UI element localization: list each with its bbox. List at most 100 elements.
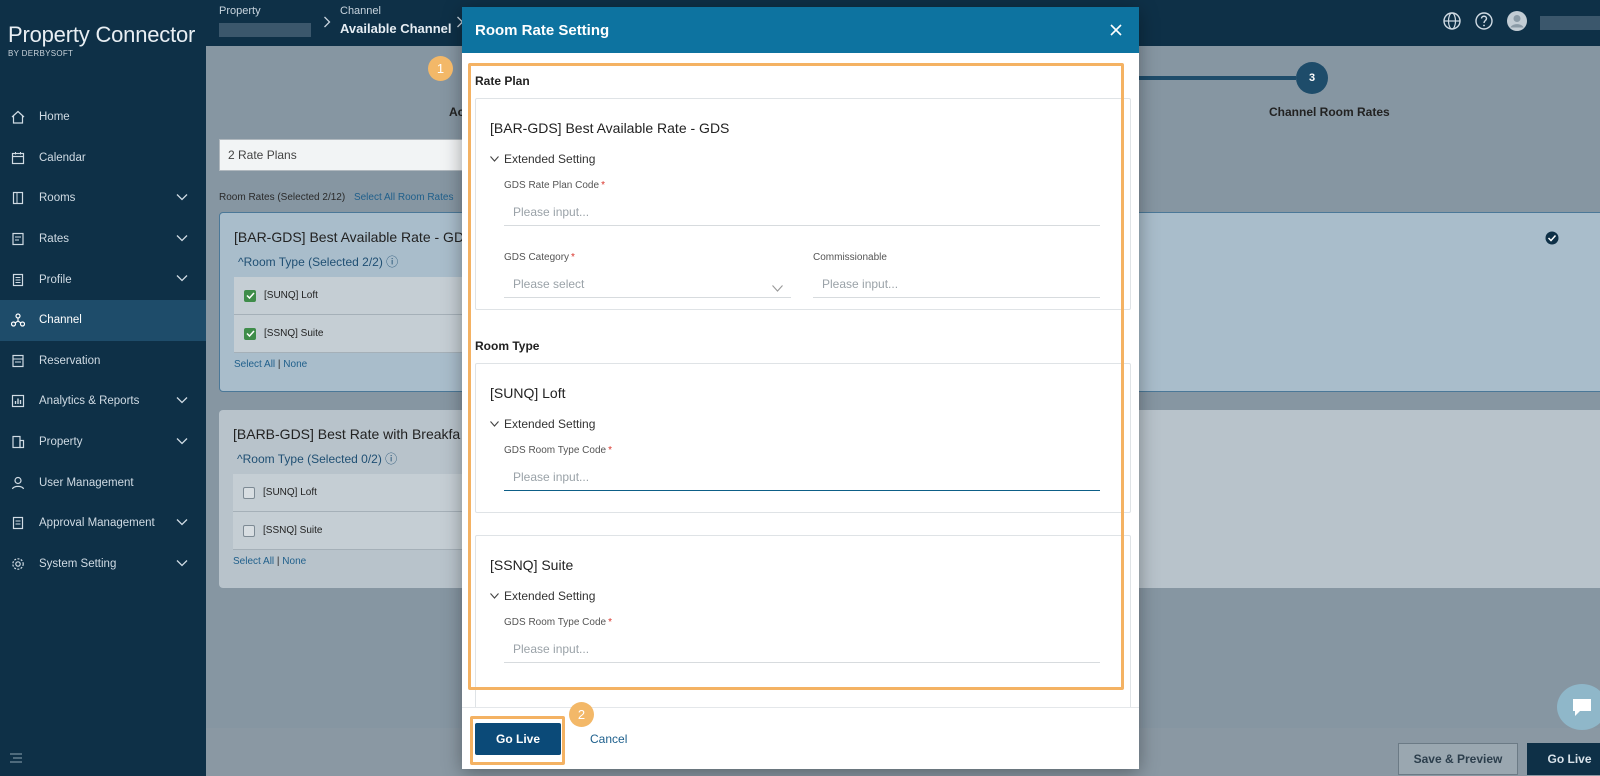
breadcrumb-property[interactable]: Property bbox=[219, 5, 311, 37]
rate-plan-select[interactable]: 2 Rate Plans bbox=[219, 139, 479, 171]
room-type-toggle[interactable]: ^Room Type (Selected 2/2) ⓘ bbox=[238, 253, 398, 270]
sidebar-item-user-management[interactable]: User Management bbox=[0, 462, 206, 503]
chevron-down-icon bbox=[772, 281, 783, 295]
sidebar-item-calendar[interactable]: Calendar bbox=[0, 138, 206, 179]
calendar-icon bbox=[10, 150, 26, 166]
label-text: GDS Room Type Code bbox=[504, 617, 607, 628]
cancel-button[interactable]: Cancel bbox=[590, 732, 627, 746]
breadcrumb-property-value-redacted bbox=[219, 23, 311, 37]
extended-setting-label: Extended Setting bbox=[504, 589, 596, 603]
app-logo[interactable]: Property Connector BY DERBYSOFT bbox=[8, 22, 195, 58]
sidebar-item-rates[interactable]: Rates bbox=[0, 219, 206, 260]
gds-room-type-code-input-suite[interactable]: Please input... bbox=[504, 635, 1100, 663]
help-icon[interactable] bbox=[1474, 11, 1494, 34]
rate-card-title: [BAR-GDS] Best Available Rate - GD bbox=[234, 229, 465, 245]
sidebar-item-label: Property bbox=[39, 436, 83, 449]
checkbox-unchecked[interactable] bbox=[243, 486, 255, 499]
room-type-card-loft: [SUNQ] Loft Extended Setting GDS Room Ty… bbox=[475, 363, 1131, 513]
room-rate-setting-dialog: Room Rate Setting Rate Plan [BAR-GDS] Be… bbox=[462, 7, 1139, 769]
chevron-down-icon bbox=[176, 558, 188, 570]
chevron-down-icon bbox=[176, 395, 188, 407]
gds-category-select[interactable]: Please select bbox=[504, 270, 791, 298]
room-type-card-suite: [SSNQ] Suite Extended Setting GDS Room T… bbox=[475, 535, 1131, 707]
sidebar-item-label: Profile bbox=[39, 273, 72, 286]
gear-icon bbox=[10, 556, 26, 572]
collapse-menu-icon[interactable] bbox=[10, 751, 22, 766]
room-row[interactable]: [SUNQ] Loft bbox=[233, 474, 463, 512]
chevron-down-icon bbox=[176, 436, 188, 448]
close-icon[interactable] bbox=[1105, 19, 1127, 41]
gds-room-type-code-input-loft[interactable]: Please input... bbox=[504, 463, 1100, 491]
room-row[interactable]: [SUNQ] Loft bbox=[234, 277, 464, 315]
room-row[interactable]: [SSNQ] Suite bbox=[233, 512, 463, 550]
chevron-down-icon bbox=[176, 192, 188, 204]
approval-icon bbox=[10, 515, 26, 531]
gds-rate-plan-code-input[interactable]: Please input... bbox=[504, 198, 1100, 226]
room-rates-selected-text: Room Rates (Selected 2/12) Select All Ro… bbox=[219, 192, 453, 203]
sidebar-item-system-setting[interactable]: System Setting bbox=[0, 544, 206, 585]
room-label: [SUNQ] Loft bbox=[264, 290, 318, 301]
breadcrumb-channel[interactable]: Channel Available Channel bbox=[340, 5, 452, 36]
go-live-button[interactable]: Go Live bbox=[475, 723, 561, 755]
extended-setting-toggle[interactable]: Extended Setting bbox=[490, 417, 595, 431]
sidebar: Property Connector BY DERBYSOFT Home Cal… bbox=[0, 0, 206, 776]
checkbox-unchecked[interactable] bbox=[243, 524, 255, 537]
sidebar-item-channel[interactable]: Channel bbox=[0, 299, 206, 341]
select-all-link[interactable]: Select All bbox=[234, 359, 275, 370]
select-none-link[interactable]: None bbox=[283, 359, 307, 370]
go-live-background-button[interactable]: Go Live bbox=[1527, 743, 1600, 775]
user-icon bbox=[10, 475, 26, 491]
sidebar-item-approval-management[interactable]: Approval Management bbox=[0, 503, 206, 544]
save-preview-button[interactable]: Save & Preview bbox=[1398, 743, 1518, 775]
room-type-card-title: [SSNQ] Suite bbox=[490, 557, 574, 573]
sidebar-item-analytics[interactable]: Analytics & Reports bbox=[0, 381, 206, 422]
analytics-icon bbox=[10, 393, 26, 409]
room-rates-count: Room Rates (Selected 2/12) bbox=[219, 192, 346, 203]
step-3-indicator: 3 bbox=[1296, 62, 1328, 94]
extended-setting-toggle[interactable]: Extended Setting bbox=[490, 152, 595, 166]
sidebar-item-home[interactable]: Home bbox=[0, 97, 206, 138]
extended-setting-label: Extended Setting bbox=[504, 152, 596, 166]
select-all-link[interactable]: Select All bbox=[233, 556, 274, 567]
select-all-room-rates-link[interactable]: Select All Room Rates bbox=[354, 192, 454, 203]
sidebar-item-label: Reservation bbox=[39, 354, 101, 367]
sidebar-item-label: Calendar bbox=[39, 151, 86, 164]
door-icon bbox=[10, 190, 26, 206]
gds-room-type-code-label: GDS Room Type Code * bbox=[504, 617, 612, 628]
annotation-badge-1: 1 bbox=[428, 56, 453, 81]
extended-setting-toggle[interactable]: Extended Setting bbox=[490, 589, 595, 603]
sidebar-item-reservation[interactable]: Reservation bbox=[0, 341, 206, 382]
checkbox-checked[interactable] bbox=[244, 327, 256, 340]
sidebar-item-rooms[interactable]: Rooms bbox=[0, 178, 206, 219]
sidebar-item-profile[interactable]: Profile bbox=[0, 259, 206, 300]
checkbox-checked[interactable] bbox=[244, 289, 256, 302]
room-label: [SSNQ] Suite bbox=[264, 328, 324, 339]
breadcrumb-property-label: Property bbox=[219, 5, 261, 17]
sidebar-item-label: User Management bbox=[39, 476, 134, 489]
sidebar-item-label: Home bbox=[39, 111, 70, 124]
room-row[interactable]: [SSNQ] Suite bbox=[234, 315, 464, 353]
room-type-count: Room Type (Selected 0/2) bbox=[242, 452, 382, 466]
breadcrumb-channel-label: Channel bbox=[340, 5, 381, 17]
chevron-down-icon bbox=[176, 517, 188, 529]
dialog-body[interactable]: Rate Plan [BAR-GDS] Best Available Rate … bbox=[462, 53, 1139, 707]
sidebar-item-label: Channel bbox=[39, 314, 82, 327]
commissionable-input[interactable]: Please input... bbox=[813, 270, 1100, 298]
avatar[interactable] bbox=[1506, 10, 1528, 35]
reservation-icon bbox=[10, 353, 26, 369]
rate-plan-section-title: Rate Plan bbox=[475, 74, 530, 88]
globe-icon[interactable] bbox=[1442, 11, 1462, 34]
room-type-section-title: Room Type bbox=[475, 339, 540, 353]
chevron-down-icon bbox=[490, 593, 499, 599]
top-icons bbox=[1442, 10, 1600, 35]
room-type-toggle[interactable]: ^Room Type (Selected 0/2) ⓘ bbox=[237, 450, 397, 467]
select-none-link[interactable]: None bbox=[282, 556, 306, 567]
info-icon: ⓘ bbox=[385, 452, 398, 466]
dialog-header: Room Rate Setting bbox=[462, 7, 1139, 53]
channel-network-icon bbox=[10, 312, 26, 328]
room-type-count: Room Type (Selected 2/2) bbox=[243, 255, 383, 269]
label-text: GDS Rate Plan Code bbox=[504, 180, 600, 191]
required-marker: * bbox=[608, 617, 612, 628]
chat-icon[interactable] bbox=[1557, 684, 1600, 730]
sidebar-item-property[interactable]: Property bbox=[0, 422, 206, 463]
